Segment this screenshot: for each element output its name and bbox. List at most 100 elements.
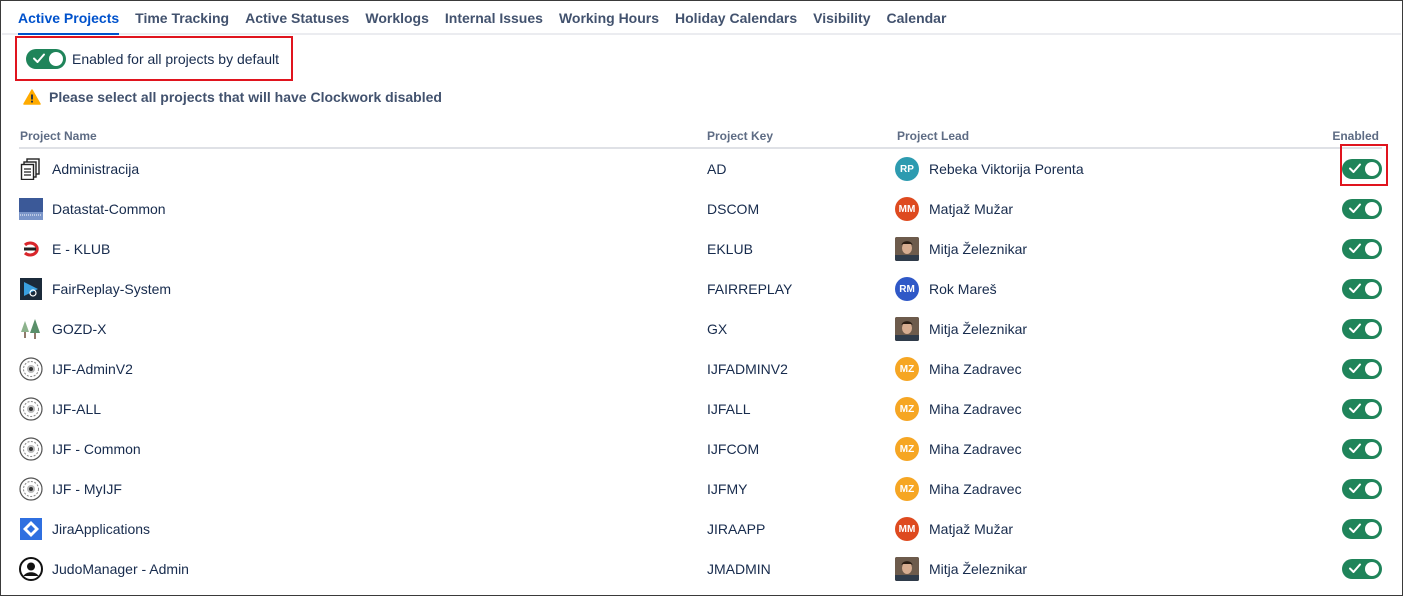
project-name-cell: IJF - MyIJF — [19, 469, 122, 509]
project-key: IJFCOM — [707, 441, 760, 457]
project-lead-name: Miha Zadravec — [929, 401, 1022, 417]
project-lead-name: Rok Mareš — [929, 281, 997, 297]
project-enabled-toggle[interactable] — [1342, 519, 1382, 539]
project-name-cell: IJF-AdminV2 — [19, 349, 133, 389]
table-row: Datastat-Common DSCOM MM Matjaž Mužar — [19, 189, 1382, 229]
check-icon — [1349, 243, 1361, 253]
check-icon — [1349, 523, 1361, 533]
toggle-knob — [1365, 362, 1379, 376]
project-name[interactable]: IJF-AdminV2 — [52, 361, 133, 377]
project-name[interactable]: Datastat-Common — [52, 201, 166, 217]
enabled-cell — [1342, 349, 1382, 389]
enabled-cell — [1342, 229, 1382, 269]
project-lead-name: Matjaž Mužar — [929, 201, 1014, 217]
project-lead-cell: RP Rebeka Viktorija Porenta — [895, 149, 1084, 189]
project-lead-cell: Mitja Železnikar — [895, 229, 1027, 269]
avatar: RP — [895, 157, 919, 181]
project-name[interactable]: IJF - Common — [52, 441, 141, 457]
project-enabled-toggle[interactable] — [1342, 239, 1382, 259]
tab-holiday-calendars[interactable]: Holiday Calendars — [667, 2, 805, 33]
enabled-toggle-highlight — [1340, 144, 1388, 186]
documents-icon — [19, 157, 43, 181]
project-key: EKLUB — [707, 241, 753, 257]
avatar-photo — [895, 317, 919, 341]
project-name-cell: IJF-ALL — [19, 389, 101, 429]
ijf-emblem-icon — [19, 357, 43, 381]
tab-internal-issues[interactable]: Internal Issues — [437, 2, 551, 33]
avatar: MZ — [895, 357, 919, 381]
avatar: MZ — [895, 397, 919, 421]
check-icon — [1349, 403, 1361, 413]
avatar-photo — [895, 557, 919, 581]
tab-active-statuses[interactable]: Active Statuses — [237, 2, 357, 33]
project-key: IJFADMINV2 — [707, 361, 788, 377]
project-name[interactable]: IJF - MyIJF — [52, 481, 122, 497]
project-enabled-toggle[interactable] — [1342, 479, 1382, 499]
column-header-project-lead: Project Lead — [897, 129, 970, 143]
project-name-cell: FairReplay-System — [19, 269, 171, 309]
project-lead-name: Mitja Železnikar — [929, 561, 1028, 577]
project-lead-cell: MZ Miha Zadravec — [895, 389, 1022, 429]
project-enabled-toggle[interactable] — [1342, 279, 1382, 299]
project-lead-name: Miha Zadravec — [929, 361, 1022, 377]
table-header: Project Name Project Key Project Lead En… — [19, 127, 1382, 149]
project-lead-cell: RM Rok Mareš — [895, 269, 997, 309]
project-name[interactable]: E - KLUB — [52, 241, 110, 257]
project-name[interactable]: IJF-ALL — [52, 401, 101, 417]
project-name-cell: JudoManager - Admin — [19, 549, 189, 589]
project-enabled-toggle[interactable] — [1342, 319, 1382, 339]
tab-calendar[interactable]: Calendar — [879, 2, 955, 33]
default-enabled-toggle[interactable] — [26, 48, 66, 69]
check-icon — [1349, 283, 1361, 293]
warning-message: Please select all projects that will hav… — [23, 89, 442, 105]
avatar: MZ — [895, 477, 919, 501]
tab-worklogs[interactable]: Worklogs — [357, 2, 437, 33]
project-name-cell: IJF - Common — [19, 429, 141, 469]
project-lead-cell: MZ Miha Zadravec — [895, 469, 1022, 509]
project-key: DSCOM — [707, 201, 760, 217]
column-header-project-name: Project Name — [20, 129, 97, 143]
project-name[interactable]: FairReplay-System — [52, 281, 171, 297]
toggle-knob — [1365, 242, 1379, 256]
project-enabled-toggle[interactable] — [1342, 199, 1382, 219]
tab-time-tracking[interactable]: Time Tracking — [127, 2, 237, 33]
table-row: IJF - Common IJFCOM MZ Miha Zadravec — [19, 429, 1382, 469]
check-icon — [1349, 563, 1361, 573]
project-enabled-toggle[interactable] — [1342, 439, 1382, 459]
project-lead-name: Rebeka Viktorija Porenta — [929, 161, 1084, 177]
project-name-cell: Datastat-Common — [19, 189, 166, 229]
project-lead-cell: MM Matjaž Mužar — [895, 189, 1013, 229]
project-key: IJFALL — [707, 401, 751, 417]
jira-icon — [19, 517, 43, 541]
trees-icon — [19, 317, 43, 341]
ijf-emblem-icon — [19, 477, 43, 501]
enabled-cell — [1342, 309, 1382, 349]
table-row: IJF-AdminV2 IJFADMINV2 MZ Miha Zadravec — [19, 349, 1382, 389]
column-header-project-key: Project Key — [707, 129, 774, 143]
table-row: JiraApplications JIRAAPP MM Matjaž Mužar — [19, 509, 1382, 549]
default-enabled-highlight: Enabled for all projects by default — [15, 36, 293, 81]
project-enabled-toggle[interactable] — [1342, 359, 1382, 379]
project-enabled-toggle[interactable] — [1342, 559, 1382, 579]
tab-working-hours[interactable]: Working Hours — [551, 2, 667, 33]
enabled-cell — [1342, 389, 1382, 429]
enabled-cell — [1342, 269, 1382, 309]
project-key: JIRAAPP — [707, 521, 766, 537]
project-enabled-toggle[interactable] — [1342, 399, 1382, 419]
tab-bar: Active Projects Time Tracking Active Sta… — [2, 2, 1401, 35]
tab-visibility[interactable]: Visibility — [805, 2, 878, 33]
check-icon — [1349, 483, 1361, 493]
table-row: GOZD-X GX Mitja Železnikar — [19, 309, 1382, 349]
project-name[interactable]: JiraApplications — [52, 521, 150, 537]
table-row: E - KLUB EKLUB Mitja Železnikar — [19, 229, 1382, 269]
tab-active-projects[interactable]: Active Projects — [10, 2, 127, 35]
eklub-icon — [19, 237, 43, 261]
project-name-cell: Administracija — [19, 149, 139, 189]
project-name[interactable]: GOZD-X — [52, 321, 106, 337]
project-lead-name: Matjaž Mužar — [929, 521, 1014, 537]
project-name[interactable]: Administracija — [52, 161, 139, 177]
toggle-knob — [1365, 562, 1379, 576]
enabled-cell — [1342, 189, 1382, 229]
project-name[interactable]: JudoManager - Admin — [52, 561, 189, 577]
project-lead-cell: MZ Miha Zadravec — [895, 429, 1022, 469]
